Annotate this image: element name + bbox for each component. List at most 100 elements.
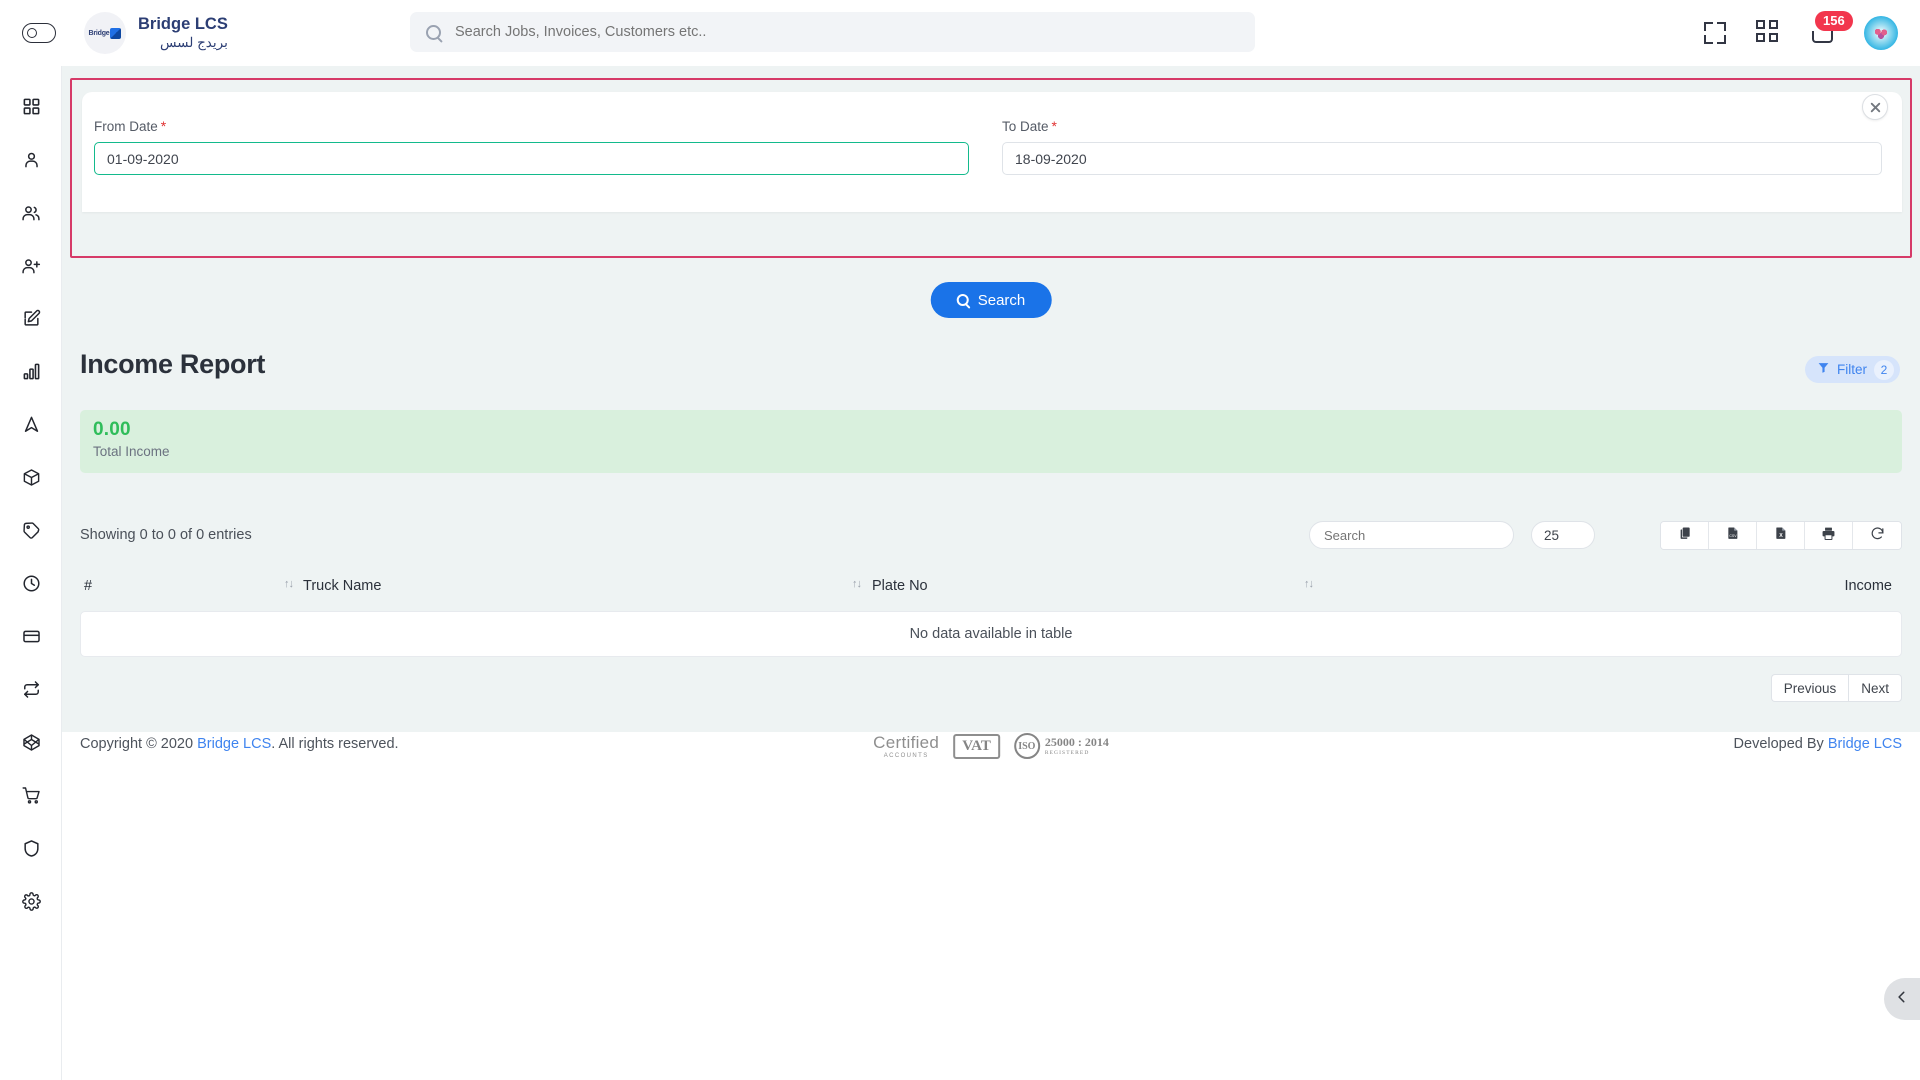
refresh-button[interactable] — [1853, 522, 1901, 549]
to-date-field[interactable]: To Date * — [1002, 118, 1882, 175]
brand-name-ar: بريدج لسس — [159, 34, 228, 50]
column-header-index[interactable]: # — [84, 578, 92, 594]
close-icon[interactable] — [1862, 94, 1888, 120]
global-search-input[interactable] — [455, 24, 1155, 40]
brand-logo-text: Bridge — [88, 29, 110, 37]
users-icon — [21, 203, 41, 223]
developed-link[interactable]: Bridge LCS — [1828, 736, 1902, 752]
next-page-button[interactable]: Next — [1848, 674, 1902, 702]
column-header-plate-no[interactable]: Plate No — [872, 578, 928, 594]
copyright-prefix: Copyright © 2020 — [80, 736, 198, 752]
dashboard-grid-icon — [22, 97, 41, 116]
codepen-box-icon — [22, 733, 41, 752]
sidebar-item-settings[interactable] — [0, 875, 62, 928]
filter-pill-label: Filter — [1837, 362, 1867, 377]
column-header-truck-name[interactable]: Truck Name — [303, 578, 381, 594]
search-button[interactable]: Search — [930, 282, 1052, 318]
box-icon — [22, 468, 41, 487]
page-title: Income Report — [80, 349, 266, 379]
sidebar-item-add-user[interactable] — [0, 239, 62, 292]
excel-button[interactable]: X — [1757, 522, 1805, 549]
avatar[interactable] — [1864, 16, 1898, 50]
to-date-label: To Date * — [1002, 118, 1057, 134]
sidebar-item-pricing[interactable] — [0, 504, 62, 557]
edit-square-icon — [22, 309, 41, 328]
total-income-label: Total Income — [93, 444, 170, 459]
notification-badge: 156 — [1815, 11, 1853, 31]
developed-prefix: Developed By — [1733, 736, 1828, 752]
empty-state-message: No data available in table — [909, 626, 1073, 642]
sidebar-item-jobs[interactable] — [0, 292, 62, 345]
notification-tray-icon[interactable]: 156 — [1810, 11, 1853, 46]
page-length-input[interactable] — [1531, 521, 1595, 549]
sidebar-item-transactions[interactable] — [0, 663, 62, 716]
printer-icon — [1821, 526, 1836, 546]
filter-count-badge: 2 — [1874, 359, 1894, 380]
brand-name-en: Bridge LCS — [138, 15, 228, 34]
clock-icon — [22, 574, 41, 593]
sidebar-item-dashboard[interactable] — [0, 80, 62, 133]
filter-pill-button[interactable]: Filter 2 — [1805, 356, 1900, 383]
certified-line1: Certified — [873, 732, 940, 752]
repeat-icon — [22, 680, 41, 699]
global-search[interactable] — [410, 12, 1255, 52]
table-header: # ↑↓ Truck Name ↑↓ Plate No ↑↓ Income — [80, 570, 1902, 608]
fullscreen-icon[interactable] — [1702, 20, 1728, 46]
sidebar — [0, 66, 62, 1080]
sidebar-item-customers[interactable] — [0, 133, 62, 186]
sidebar-item-payments[interactable] — [0, 610, 62, 663]
to-date-input[interactable] — [1002, 142, 1882, 175]
sidebar-item-assets[interactable] — [0, 716, 62, 769]
copy-button[interactable] — [1661, 522, 1709, 549]
sort-icon-plate-no[interactable]: ↑↓ — [852, 578, 862, 590]
eye-toggle-icon[interactable] — [22, 23, 56, 43]
brand[interactable]: Bridge Bridge LCS بريدج لسس — [84, 12, 228, 54]
search-button-label: Search — [977, 291, 1026, 309]
copyright-suffix: . All rights reserved. — [271, 736, 399, 752]
from-date-input[interactable] — [94, 142, 969, 175]
table-search-input[interactable] — [1309, 521, 1514, 549]
bar-chart-icon — [22, 362, 41, 381]
shopping-cart-icon — [21, 786, 41, 805]
previous-page-button[interactable]: Previous — [1770, 674, 1849, 702]
navigation-icon — [22, 415, 41, 434]
sidebar-item-employees[interactable] — [0, 186, 62, 239]
sidebar-item-tracking[interactable] — [0, 398, 62, 451]
sidebar-item-purchase[interactable] — [0, 769, 62, 822]
search-icon — [956, 294, 969, 306]
page-background-bottom — [62, 732, 1920, 1080]
chevron-left-icon — [1895, 990, 1909, 1009]
entries-info: Showing 0 to 0 of 0 entries — [80, 527, 252, 543]
sidebar-item-security[interactable] — [0, 822, 62, 875]
sidebar-item-timesheet[interactable] — [0, 557, 62, 610]
brand-logo-icon: Bridge — [84, 12, 126, 54]
gear-icon — [21, 892, 41, 911]
funnel-icon — [1817, 361, 1830, 379]
grid-apps-icon[interactable] — [1756, 20, 1782, 46]
credit-card-icon — [22, 627, 41, 646]
file-csv-icon: CSV — [1726, 526, 1740, 545]
sidebar-item-reports[interactable] — [0, 345, 62, 398]
top-header: Bridge Bridge LCS بريدج لسس 156 — [0, 0, 1920, 66]
sidebar-item-inventory[interactable] — [0, 451, 62, 504]
print-button[interactable] — [1805, 522, 1853, 549]
file-excel-icon: X — [1774, 526, 1788, 545]
developed-by-text: Developed By Bridge LCS — [1734, 736, 1902, 752]
collapse-panel-handle[interactable] — [1884, 978, 1920, 1020]
required-mark: * — [1051, 118, 1057, 134]
total-income-card: 0.00 Total Income — [80, 410, 1902, 473]
brand-logo-square — [110, 27, 122, 39]
footer: Copyright © 2020 Bridge LCS. All rights … — [62, 721, 1920, 773]
svg-text:CSV: CSV — [1729, 534, 1737, 538]
svg-text:X: X — [1779, 533, 1783, 539]
iso-seal: ISO — [1013, 733, 1040, 759]
sort-icon-truck-name[interactable]: ↑↓ — [284, 578, 294, 590]
shield-icon — [22, 839, 41, 858]
from-date-field[interactable]: From Date * — [94, 118, 969, 175]
csv-button[interactable]: CSV — [1709, 522, 1757, 549]
user-icon — [22, 150, 41, 169]
copyright-link[interactable]: Bridge LCS — [197, 736, 271, 752]
certified-line2: ACCOUNTS — [883, 752, 929, 759]
sort-icon-income[interactable]: ↑↓ — [1304, 578, 1314, 590]
column-header-income[interactable]: Income — [1844, 578, 1892, 594]
